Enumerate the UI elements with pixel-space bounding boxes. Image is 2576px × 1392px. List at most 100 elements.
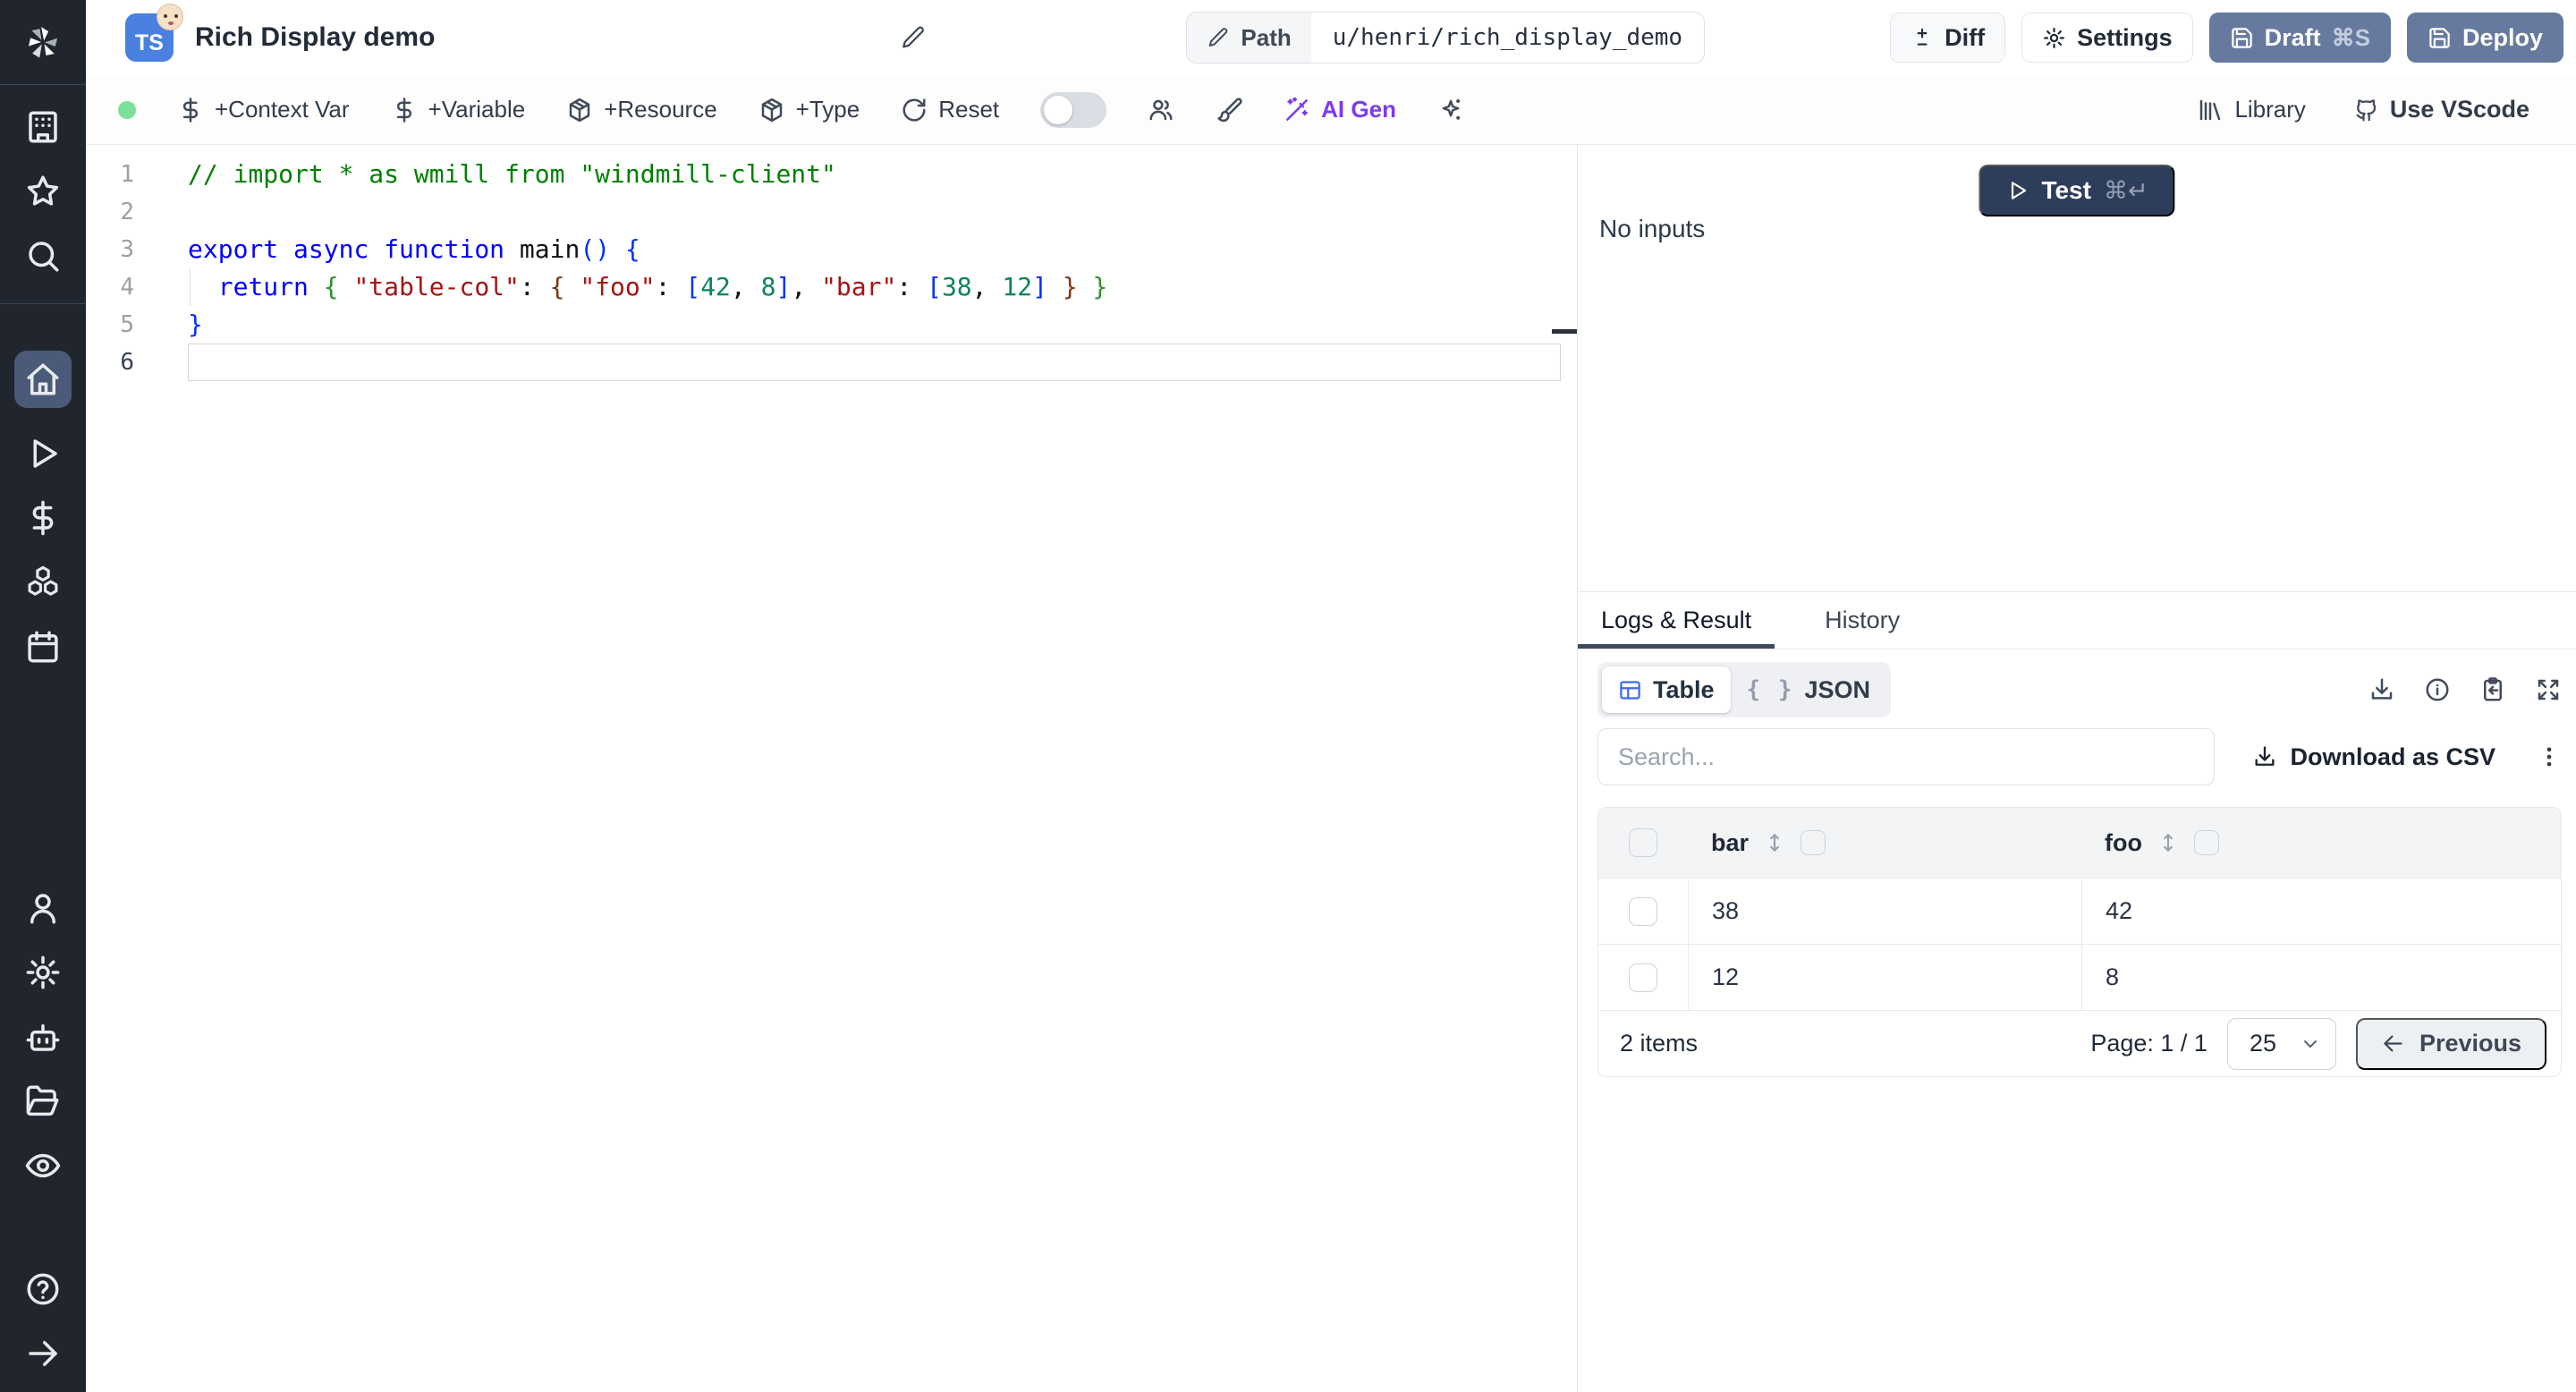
sidebar-item-runs[interactable] — [24, 435, 62, 472]
help-circle-icon — [27, 1273, 59, 1305]
sidebar-item-audit[interactable] — [24, 1147, 62, 1184]
result-table-footer: 2 items Page: 1 / 1 25 Previous — [1598, 1010, 2561, 1076]
view-json-button[interactable]: { } JSON — [1731, 666, 1887, 713]
view-table-button[interactable]: Table — [1602, 666, 1731, 713]
row-checkbox[interactable] — [1629, 963, 1657, 992]
line-number: 5 — [120, 311, 134, 338]
github-icon — [2356, 98, 2377, 121]
add-context-var-button[interactable]: +Context Var — [177, 96, 350, 123]
page-size-select[interactable]: 25 — [2226, 1017, 2336, 1070]
column-label: bar — [1711, 828, 1750, 856]
table-icon — [1620, 680, 1640, 700]
download-icon — [2255, 746, 2275, 766]
code-text[interactable]: // import * as wmill from "windmill-clie… — [188, 156, 1577, 193]
sidebar-divider — [0, 303, 86, 304]
column-header[interactable]: foo — [2081, 829, 2561, 857]
editor-line[interactable]: 6 — [86, 344, 1577, 381]
table-row[interactable]: 38 42 — [1598, 878, 2561, 944]
windmill-logo[interactable] — [0, 0, 86, 85]
path-field[interactable]: Path u/henri/rich_display_demo — [1186, 12, 1706, 64]
editor-line[interactable]: 1 // import * as wmill from "windmill-cli… — [86, 156, 1577, 193]
column-handle[interactable] — [1801, 830, 1826, 855]
sidebar-item-folders[interactable] — [24, 1082, 62, 1120]
use-vscode-button[interactable]: Use VScode — [2352, 96, 2529, 123]
test-button[interactable]: Test ⌘↵ — [1979, 165, 2175, 216]
sidebar-expand[interactable] — [24, 1335, 62, 1372]
info-icon[interactable] — [2424, 676, 2451, 703]
expand-icon[interactable] — [2535, 676, 2562, 703]
sort-icon[interactable] — [1763, 831, 1786, 854]
table-row[interactable]: 12 8 — [1598, 944, 2561, 1010]
right-panel: Test ⌘↵ No inputs Logs & Result History — [1578, 145, 2576, 1392]
users-icon — [1149, 99, 1173, 120]
code-text[interactable] — [188, 344, 1577, 381]
library-button[interactable]: Library — [2197, 96, 2306, 123]
editor-line[interactable]: 4 return { "table-col": { "foo": [42, 8]… — [86, 268, 1577, 306]
search-input[interactable] — [1597, 728, 2215, 785]
add-variable-button[interactable]: +Variable — [391, 96, 525, 123]
download-csv-button[interactable]: Download as CSV — [2252, 743, 2496, 771]
add-resource-button[interactable]: +Resource — [566, 96, 717, 123]
multiplayer-button[interactable] — [1148, 97, 1174, 123]
previous-page-button[interactable]: Previous — [2355, 1017, 2546, 1070]
column-header[interactable]: bar — [1688, 829, 2081, 857]
results-section: Logs & Result History Table { } JSON Sea… — [1578, 592, 2576, 1392]
sidebar-item-help[interactable] — [24, 1270, 62, 1308]
column-handle[interactable] — [2193, 830, 2219, 855]
page-indicator: Page: 1 / 1 — [2090, 1030, 2207, 1057]
sidebar-item-variables[interactable] — [24, 499, 62, 537]
clipboard-copy-icon[interactable] — [2479, 676, 2506, 703]
dollar-icon — [32, 500, 54, 536]
dollar-icon — [396, 97, 411, 123]
sidebar — [0, 0, 86, 1392]
more-menu-button[interactable] — [2537, 744, 2562, 769]
code-text[interactable]: return { "table-col": { "foo": [42, 8], … — [188, 268, 1577, 306]
code-text[interactable]: export async function main() { — [188, 231, 1577, 268]
building-icon — [29, 111, 57, 143]
sort-icon[interactable] — [2157, 831, 2180, 854]
edit-summary-button[interactable] — [900, 24, 927, 51]
arrow-right-icon — [29, 1341, 57, 1366]
line-number: 4 — [120, 274, 134, 301]
deploy-button[interactable]: Deploy — [2406, 13, 2563, 63]
diff-mode-toggle[interactable] — [1040, 91, 1107, 128]
sparkles-button[interactable] — [1437, 97, 1464, 123]
editor-line[interactable]: 2 — [86, 193, 1577, 231]
sidebar-item-schedules[interactable] — [24, 628, 62, 666]
sidebar-item-settings[interactable] — [24, 954, 62, 991]
editor-line[interactable]: 3 export async function main() { — [86, 231, 1577, 268]
row-checkbox[interactable] — [1629, 828, 1657, 857]
code-editor[interactable]: 1 // import * as wmill from "windmill-cli… — [86, 145, 1578, 1392]
ai-gen-button[interactable]: AI Gen — [1284, 96, 1396, 123]
code-text[interactable] — [188, 193, 1577, 231]
result-table-head: bar foo — [1598, 808, 2561, 878]
sidebar-item-home[interactable] — [14, 351, 72, 408]
editor-line[interactable]: 5} — [86, 306, 1577, 344]
tab-logs-result[interactable]: Logs & Result — [1578, 592, 1775, 649]
sidebar-item-favorites[interactable] — [24, 173, 62, 210]
search-icon — [29, 242, 59, 272]
line-number: 2 — [120, 199, 134, 225]
sidebar-item-search[interactable] — [24, 237, 62, 275]
gear-icon — [26, 955, 60, 989]
code-text[interactable]: } — [188, 306, 1577, 344]
table-cell: 42 — [2081, 878, 2561, 944]
table-cell: 8 — [2081, 945, 2561, 1010]
sidebar-item-workspace[interactable] — [24, 108, 62, 146]
format-button[interactable] — [1216, 97, 1242, 123]
row-checkbox[interactable] — [1629, 896, 1657, 926]
reset-button[interactable]: Reset — [901, 96, 999, 123]
baby-emoji-icon — [157, 4, 183, 30]
diff-button[interactable]: Diff — [1890, 13, 2006, 63]
settings-button[interactable]: Settings — [2021, 13, 2193, 63]
save-draft-button[interactable]: Draft ⌘S — [2208, 13, 2391, 63]
sidebar-item-resources[interactable] — [24, 564, 62, 601]
braces-icon: { } — [1746, 676, 1794, 703]
add-type-button[interactable]: +Type — [758, 96, 860, 123]
sidebar-item-workers[interactable] — [24, 1018, 62, 1056]
sidebar-item-users[interactable] — [24, 889, 62, 927]
tab-history[interactable]: History — [1801, 592, 1923, 649]
download-icon[interactable] — [2368, 676, 2395, 703]
results-tabs: Logs & Result History — [1578, 592, 2576, 649]
diff-icon — [1917, 28, 1928, 46]
